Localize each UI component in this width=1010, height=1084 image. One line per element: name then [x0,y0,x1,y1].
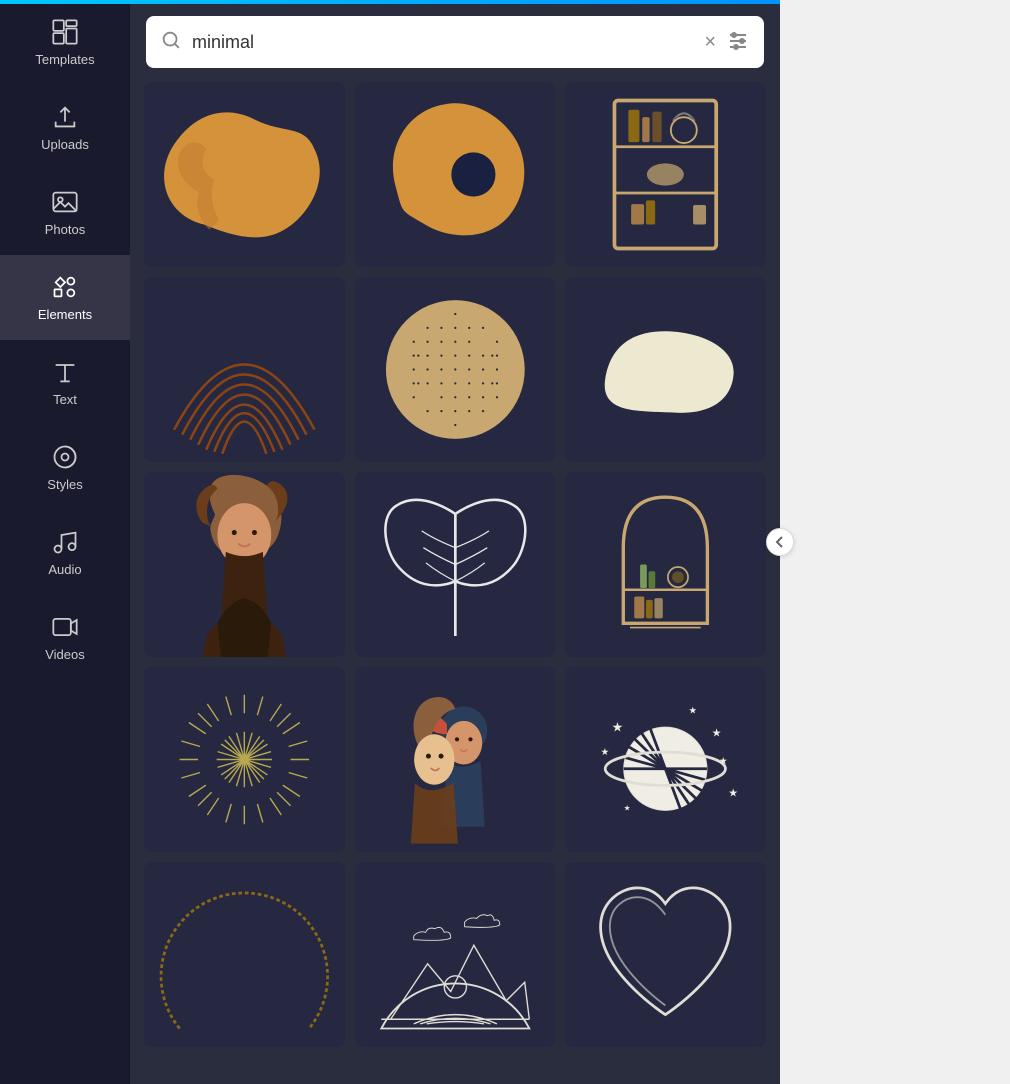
sidebar-item-templates-label: Templates [35,52,94,67]
search-bar: × [146,16,764,68]
photos-icon [51,188,79,216]
search-input[interactable] [192,32,694,53]
uploads-icon [51,103,79,131]
sidebar-item-audio[interactable]: Audio [0,510,130,595]
filter-button[interactable] [726,29,750,56]
svg-text:★: ★ [729,788,739,800]
grid-item-flower-blob[interactable] [355,82,556,267]
grid-item-arch-shelf[interactable] [565,472,766,657]
right-panel [780,0,1010,1084]
grid-item-circle-frame[interactable] [144,862,345,1047]
grid-item-planet-stars[interactable]: ★ ★ ★ ★ ★ ★ ★ [565,667,766,852]
grid-item-mountain-landscape[interactable] [355,862,556,1047]
sidebar-item-audio-label: Audio [48,562,81,577]
svg-text:★: ★ [689,705,697,715]
sidebar-item-photos-label: Photos [45,222,85,237]
svg-text:★: ★ [601,747,609,757]
grid-item-leaf-outline[interactable] [355,472,556,657]
top-progress-bar [0,0,130,4]
grid-item-two-women[interactable] [355,667,556,852]
sidebar-item-text[interactable]: Text [0,340,130,425]
svg-text:★: ★ [612,720,624,735]
sidebar-item-elements-label: Elements [38,307,92,322]
sidebar-item-text-label: Text [53,392,77,407]
grid-item-woman-portrait[interactable] [144,472,345,657]
main-panel: × [130,0,780,1084]
sidebar-item-photos[interactable]: Photos [0,170,130,255]
elements-icon [51,273,79,301]
text-icon [51,358,79,386]
sidebar-item-uploads-label: Uploads [41,137,89,152]
sidebar-item-uploads[interactable]: Uploads [0,85,130,170]
grid-item-dotted-circle[interactable] [355,277,556,462]
grid-item-arch-lines[interactable] [144,277,345,462]
sidebar-item-videos[interactable]: Videos [0,595,130,680]
videos-icon [51,613,79,641]
grid-item-organic-blob[interactable] [144,82,345,267]
collapse-panel-button[interactable] [766,528,794,556]
styles-icon [51,443,79,471]
svg-text:★: ★ [624,803,631,812]
templates-icon [51,18,79,46]
sidebar-item-styles[interactable]: Styles [0,425,130,510]
search-icon [160,29,182,56]
audio-icon [51,528,79,556]
grid-item-heart-outline[interactable] [565,862,766,1047]
svg-text:★: ★ [719,756,727,766]
grid-item-cream-pebble[interactable] [565,277,766,462]
clear-search-button[interactable]: × [704,31,716,54]
grid-item-radial-lines[interactable] [144,667,345,852]
sidebar-item-templates[interactable]: Templates [0,0,130,85]
grid-item-bookshelf[interactable] [565,82,766,267]
elements-grid: ★ ★ ★ ★ ★ ★ ★ [130,68,780,1084]
sidebar-item-styles-label: Styles [47,477,82,492]
sidebar-item-videos-label: Videos [45,647,85,662]
svg-text:★: ★ [712,727,722,739]
sidebar: Templates Uploads Photos Elements [0,0,130,1084]
sidebar-item-elements[interactable]: Elements [0,255,130,340]
